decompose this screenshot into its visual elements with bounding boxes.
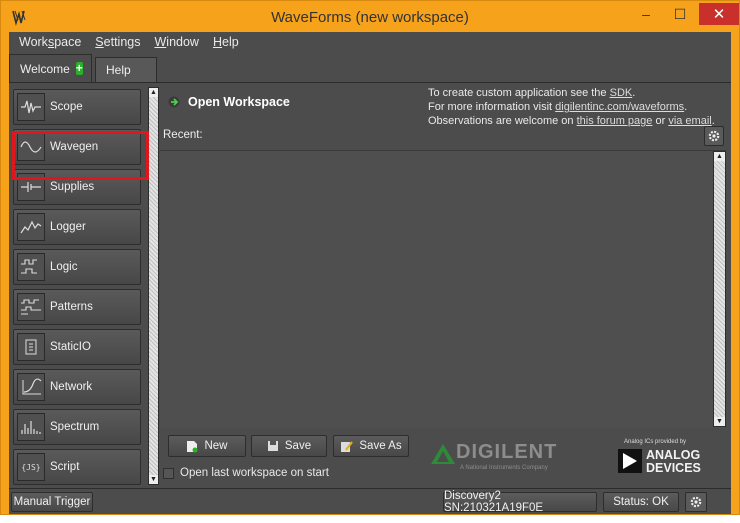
new-workspace-button[interactable]: New bbox=[168, 435, 246, 457]
status-bar: Manual Trigger Discovery2 SN:210321A19F0… bbox=[9, 488, 731, 514]
gear-icon bbox=[690, 496, 702, 508]
website-link[interactable]: digilentinc.com/waveforms bbox=[555, 101, 684, 113]
instrument-button-logic[interactable]: Logic bbox=[13, 249, 141, 285]
device-selector-button[interactable]: Discovery2 SN:210321A19F0E bbox=[443, 490, 597, 514]
status-indicator[interactable]: Status: OK bbox=[603, 492, 679, 512]
instrument-label: Logger bbox=[50, 221, 86, 233]
instrument-button-script[interactable]: {JS} Script bbox=[13, 449, 141, 485]
spectrum-icon bbox=[17, 413, 45, 441]
tab-help-label: Help bbox=[106, 63, 131, 77]
tab-help[interactable]: Help bbox=[95, 57, 157, 82]
minimize-button[interactable]: – bbox=[631, 3, 661, 25]
save-as-pencil-icon bbox=[341, 440, 354, 452]
workspace-panel: Open Workspace To create custom applicat… bbox=[160, 83, 728, 488]
recent-label: Recent: bbox=[163, 129, 203, 141]
add-tab-plus-icon[interactable]: + bbox=[75, 62, 83, 75]
network-analyzer-icon bbox=[17, 373, 45, 401]
digilent-triangle-icon bbox=[431, 444, 455, 464]
close-button[interactable]: ✕ bbox=[699, 3, 739, 25]
scope-icon bbox=[17, 93, 45, 121]
gear-icon bbox=[708, 130, 720, 142]
instrument-button-scope[interactable]: Scope bbox=[13, 89, 141, 125]
instrument-label: Scope bbox=[50, 101, 83, 113]
instrument-label: Logic bbox=[50, 261, 78, 273]
analog-devices-triangle-icon bbox=[618, 449, 642, 473]
status-settings-button[interactable] bbox=[685, 492, 707, 512]
instrument-button-staticio[interactable]: StaticIO bbox=[13, 329, 141, 365]
scroll-up-arrow-icon[interactable]: ▲ bbox=[714, 152, 725, 161]
save-as-workspace-button[interactable]: Save As bbox=[333, 435, 409, 457]
tab-bar: Welcome + Help bbox=[9, 54, 731, 82]
open-workspace-label: Open Workspace bbox=[188, 95, 290, 109]
title-bar[interactable]: WaveForms (new workspace) – ☐ ✕ bbox=[1, 1, 739, 33]
instrument-label: StaticIO bbox=[50, 341, 91, 353]
instrument-label: Patterns bbox=[50, 301, 93, 313]
recent-list-scrollbar[interactable]: ▲ ▼ bbox=[713, 151, 726, 427]
scroll-up-arrow-icon[interactable]: ▲ bbox=[149, 88, 158, 97]
recent-settings-button[interactable] bbox=[704, 126, 724, 146]
menu-bar: Workspace Settings Window Help bbox=[9, 32, 731, 52]
tab-welcome-label: Welcome bbox=[20, 61, 70, 76]
instrument-list-scrollbar[interactable]: ▲ ▼ bbox=[148, 87, 159, 485]
save-disk-icon bbox=[267, 441, 278, 451]
instrument-button-logger[interactable]: Logger bbox=[13, 209, 141, 245]
analog-devices-logo: Analog ICs provided by ANALOG DEVICES bbox=[616, 439, 716, 483]
scope-highlight-box bbox=[12, 131, 149, 180]
window-title: WaveForms (new workspace) bbox=[271, 9, 469, 26]
open-last-workspace-option[interactable]: Open last workspace on start bbox=[163, 467, 329, 479]
instrument-label: Network bbox=[50, 381, 93, 393]
menu-help[interactable]: Help bbox=[213, 35, 239, 49]
scroll-down-arrow-icon[interactable]: ▼ bbox=[714, 417, 725, 426]
welcome-page: Scope Wavegen Supplies Logger Logic Patt… bbox=[9, 82, 731, 487]
open-workspace-link[interactable]: Open Workspace bbox=[168, 95, 290, 109]
scroll-down-arrow-icon[interactable]: ▼ bbox=[149, 475, 158, 484]
info-text: To create custom application see the SDK… bbox=[428, 87, 715, 127]
static-io-icon bbox=[17, 333, 45, 361]
save-workspace-button[interactable]: Save bbox=[251, 435, 327, 457]
open-last-checkbox[interactable] bbox=[163, 467, 174, 479]
manual-trigger-button[interactable]: Manual Trigger bbox=[11, 492, 93, 512]
script-icon: {JS} bbox=[17, 453, 45, 481]
instrument-button-patterns[interactable]: Patterns bbox=[13, 289, 141, 325]
maximize-button[interactable]: ☐ bbox=[665, 3, 695, 25]
instrument-button-network[interactable]: Network bbox=[13, 369, 141, 405]
new-file-icon bbox=[187, 440, 198, 452]
logger-icon bbox=[17, 213, 45, 241]
instrument-label: Script bbox=[50, 461, 80, 473]
app-window: WaveForms (new workspace) – ☐ ✕ Workspac… bbox=[0, 0, 740, 515]
tab-welcome[interactable]: Welcome + bbox=[9, 54, 92, 82]
open-last-label: Open last workspace on start bbox=[180, 467, 329, 479]
forum-link[interactable]: this forum page bbox=[577, 115, 653, 127]
instrument-button-spectrum[interactable]: Spectrum bbox=[13, 409, 141, 445]
menu-workspace[interactable]: Workspace bbox=[19, 35, 81, 49]
instrument-label: Spectrum bbox=[50, 421, 100, 433]
menu-window[interactable]: Window bbox=[154, 35, 198, 49]
analog-devices-wordmark: ANALOG DEVICES bbox=[646, 448, 701, 475]
recent-workspaces-list[interactable] bbox=[160, 150, 726, 428]
client-area: Workspace Settings Window Help Welcome +… bbox=[9, 32, 731, 514]
menu-settings[interactable]: Settings bbox=[95, 35, 140, 49]
workspace-actions: New Save Save As Open last workspace on … bbox=[160, 433, 726, 488]
instrument-label: Supplies bbox=[50, 181, 95, 193]
digilent-logo: DIGILENT A National Instruments Company bbox=[430, 441, 590, 481]
logic-analyzer-icon bbox=[17, 253, 45, 281]
green-arrow-icon bbox=[168, 96, 180, 108]
sdk-link[interactable]: SDK bbox=[610, 87, 633, 99]
patterns-icon bbox=[17, 293, 45, 321]
